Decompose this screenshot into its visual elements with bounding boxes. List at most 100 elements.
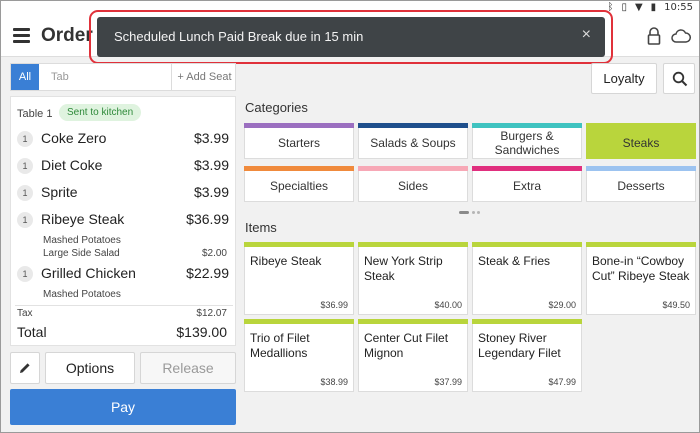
category-salads-soups[interactable]: Salads & Soups (358, 123, 468, 159)
menu-item-card[interactable]: Ribeye Steak $36.99 (244, 242, 354, 315)
vibrate-icon: ▯ (621, 2, 627, 13)
pay-button[interactable]: Pay (10, 389, 236, 425)
menu-item-price: $37.99 (434, 377, 462, 387)
order-line-item[interactable]: 1 Ribeye Steak $36.99 (11, 210, 237, 230)
category-label: Salads & Soups (370, 135, 456, 150)
category-label: Sides (397, 178, 429, 193)
menu-item-price: $38.99 (320, 377, 348, 387)
menu-item-card[interactable]: New York Strip Steak $40.00 (358, 242, 468, 315)
total-label: Total (17, 324, 47, 340)
table-label: Table 1 (17, 108, 53, 120)
release-button[interactable]: Release (140, 352, 236, 384)
menu-item-name: Center Cut Filet Mignon (364, 331, 449, 360)
category-label: Desserts (617, 178, 665, 193)
options-button[interactable]: Options (45, 352, 135, 384)
category-label: Extra (512, 178, 541, 193)
app-frame: ᛒ ▯ ▼ ▮ 10:55 Order 1 Scheduled Lunch Pa… (0, 0, 700, 433)
category-burgers-sandwiches[interactable]: Burgers & Sandwiches (472, 123, 582, 159)
category-color-bar (472, 166, 582, 171)
toast-highlight-outline (89, 10, 613, 64)
menu-item-card[interactable]: Center Cut Filet Mignon $37.99 (358, 319, 468, 392)
item-modifier: Mashed Potatoes (43, 235, 121, 246)
loyalty-button[interactable]: Loyalty (591, 63, 657, 94)
clock: 10:55 (664, 2, 693, 13)
menu-item-card[interactable]: Stoney River Legendary Filet $47.99 (472, 319, 582, 392)
search-button[interactable] (663, 63, 695, 94)
menu-item-price: $36.99 (320, 300, 348, 310)
category-desserts[interactable]: Desserts (586, 166, 696, 202)
quantity-badge: 1 (17, 131, 33, 147)
category-label: Steaks (622, 135, 660, 150)
lock-icon[interactable] (647, 27, 661, 45)
category-specialties[interactable]: Specialties (244, 166, 354, 202)
pencil-icon (20, 363, 30, 373)
tax-value: $12.07 (196, 308, 227, 319)
tab-name-input[interactable] (45, 64, 169, 90)
modifier-price: $2.00 (201, 248, 227, 259)
category-label: Specialties (269, 178, 329, 193)
category-steaks[interactable]: Steaks (586, 123, 696, 159)
menu-item-card[interactable]: Trio of Filet Medallions $38.99 (244, 319, 354, 392)
tab-all[interactable]: All (11, 64, 39, 90)
item-modifier: Mashed Potatoes (43, 289, 121, 300)
menu-item-name: Stoney River Legendary Filet (478, 331, 561, 360)
item-name: Coke Zero (41, 130, 107, 146)
menu-item-price: $29.00 (548, 300, 576, 310)
item-name: Diet Coke (41, 157, 103, 173)
item-color-bar (472, 242, 582, 247)
item-color-bar (586, 242, 696, 247)
order-line-item[interactable]: 1 Sprite $3.99 (11, 183, 237, 203)
category-color-bar (586, 166, 696, 171)
category-color-bar (244, 166, 354, 171)
category-sides[interactable]: Sides (358, 166, 468, 202)
items-heading: Items (245, 220, 277, 235)
item-color-bar (244, 319, 354, 324)
menu-item-name: Trio of Filet Medallions (250, 331, 310, 360)
wifi-icon: ▼ (634, 2, 643, 13)
item-price: $36.99 (186, 211, 229, 227)
seat-tabs: All + Add Seat (10, 63, 236, 91)
order-line-item[interactable]: 1 Diet Coke $3.99 (11, 156, 237, 176)
category-label: Burgers & Sandwiches (494, 128, 560, 157)
menu-item-card[interactable]: Steak & Fries $29.00 (472, 242, 582, 315)
item-price: $3.99 (193, 130, 229, 146)
category-page-indicator[interactable] (459, 211, 481, 215)
quantity-badge: 1 (17, 185, 33, 201)
category-extra[interactable]: Extra (472, 166, 582, 202)
cloud-icon[interactable] (671, 28, 691, 44)
menu-item-card[interactable]: Bone-in “Cowboy Cut” Ribeye Steak $49.50 (586, 242, 696, 315)
menu-item-price: $40.00 (434, 300, 462, 310)
category-color-bar (244, 123, 354, 128)
add-seat-button[interactable]: + Add Seat (171, 64, 237, 90)
menu-item-price: $49.50 (662, 300, 690, 310)
tax-label: Tax (17, 308, 33, 319)
menu-item-name: Steak & Fries (478, 254, 551, 268)
item-name: Sprite (41, 184, 78, 200)
quantity-badge: 1 (17, 212, 33, 228)
divider (15, 305, 233, 306)
item-color-bar (358, 319, 468, 324)
order-line-item[interactable]: 1 Coke Zero $3.99 (11, 129, 237, 149)
item-name: Ribeye Steak (41, 211, 125, 227)
status-badge: Sent to kitchen (59, 104, 142, 121)
edit-button[interactable] (10, 352, 40, 384)
item-price: $3.99 (193, 184, 229, 200)
category-color-bar (358, 123, 468, 128)
category-color-bar (358, 166, 468, 171)
category-color-bar (586, 123, 696, 128)
category-starters[interactable]: Starters (244, 123, 354, 159)
categories-heading: Categories (245, 100, 308, 115)
category-color-bar (472, 123, 582, 128)
item-color-bar (244, 242, 354, 247)
menu-icon[interactable] (13, 27, 31, 43)
quantity-badge: 1 (17, 158, 33, 174)
item-name: Grilled Chicken (41, 265, 136, 281)
menu-item-name: New York Strip Steak (364, 254, 443, 283)
item-color-bar (472, 319, 582, 324)
battery-icon: ▮ (650, 2, 657, 13)
category-label: Starters (277, 135, 320, 150)
menu-item-name: Bone-in “Cowboy Cut” Ribeye Steak (592, 254, 690, 283)
menu-item-name: Ribeye Steak (250, 254, 322, 268)
search-icon (672, 71, 688, 87)
order-line-item[interactable]: 1 Grilled Chicken $22.99 (11, 264, 237, 284)
